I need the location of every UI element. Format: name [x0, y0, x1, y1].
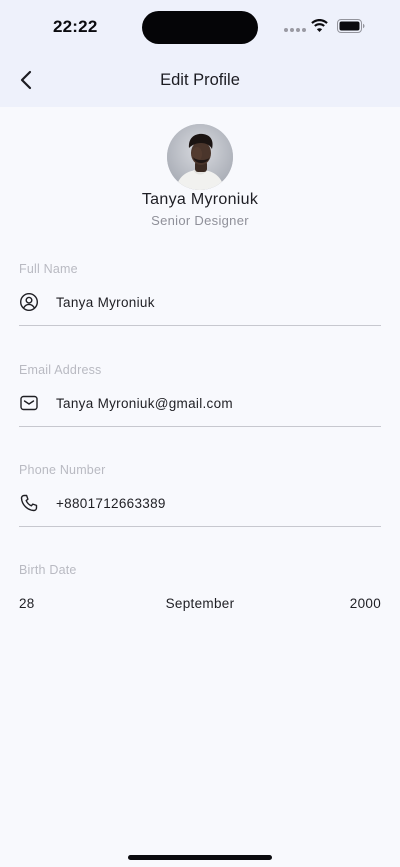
- back-button[interactable]: [12, 66, 40, 94]
- cellular-signal-icon: [284, 28, 306, 33]
- avatar[interactable]: [167, 124, 233, 190]
- full-name-label: Full Name: [19, 262, 78, 276]
- status-bar: 22:22: [0, 0, 400, 54]
- email-input[interactable]: [56, 395, 356, 411]
- profile-name: Tanya Myroniuk: [141, 191, 259, 208]
- wifi-icon: [311, 19, 328, 32]
- birth-year[interactable]: 2000: [350, 596, 381, 611]
- profile-photo: [167, 124, 233, 190]
- dynamic-island: [142, 11, 258, 44]
- home-indicator[interactable]: [128, 855, 272, 860]
- birth-date-picker[interactable]: 28 September 2000: [19, 596, 381, 614]
- email-field: Email Address: [19, 363, 381, 463]
- page-title: Edit Profile: [160, 71, 240, 89]
- email-row[interactable]: [19, 390, 381, 416]
- full-name-field: Full Name: [19, 262, 381, 362]
- birth-month[interactable]: September: [19, 596, 381, 611]
- profile-role: Senior Designer: [151, 213, 249, 228]
- phone-icon: [19, 493, 39, 513]
- birth-date-label: Birth Date: [19, 563, 77, 577]
- email-label: Email Address: [19, 363, 102, 377]
- chevron-left-icon: [20, 70, 32, 90]
- user-circle-icon: [19, 292, 39, 312]
- divider: [19, 426, 381, 427]
- header-area: 22:22 Edit Profile: [0, 0, 400, 107]
- mail-icon: [19, 393, 39, 413]
- edit-profile-screen: 22:22 Edit Profile Tanya Myroniuk Senior…: [0, 0, 400, 867]
- divider: [19, 325, 381, 326]
- divider: [19, 526, 381, 527]
- birth-date-field: Birth Date: [19, 563, 381, 593]
- phone-input[interactable]: [56, 495, 356, 511]
- phone-row[interactable]: [19, 490, 381, 516]
- navigation-bar: Edit Profile: [0, 54, 400, 107]
- status-time: 22:22: [53, 17, 98, 36]
- full-name-input[interactable]: [56, 294, 356, 310]
- battery-icon: [337, 19, 365, 33]
- phone-field: Phone Number: [19, 463, 381, 563]
- full-name-row[interactable]: [19, 289, 381, 315]
- phone-label: Phone Number: [19, 463, 106, 477]
